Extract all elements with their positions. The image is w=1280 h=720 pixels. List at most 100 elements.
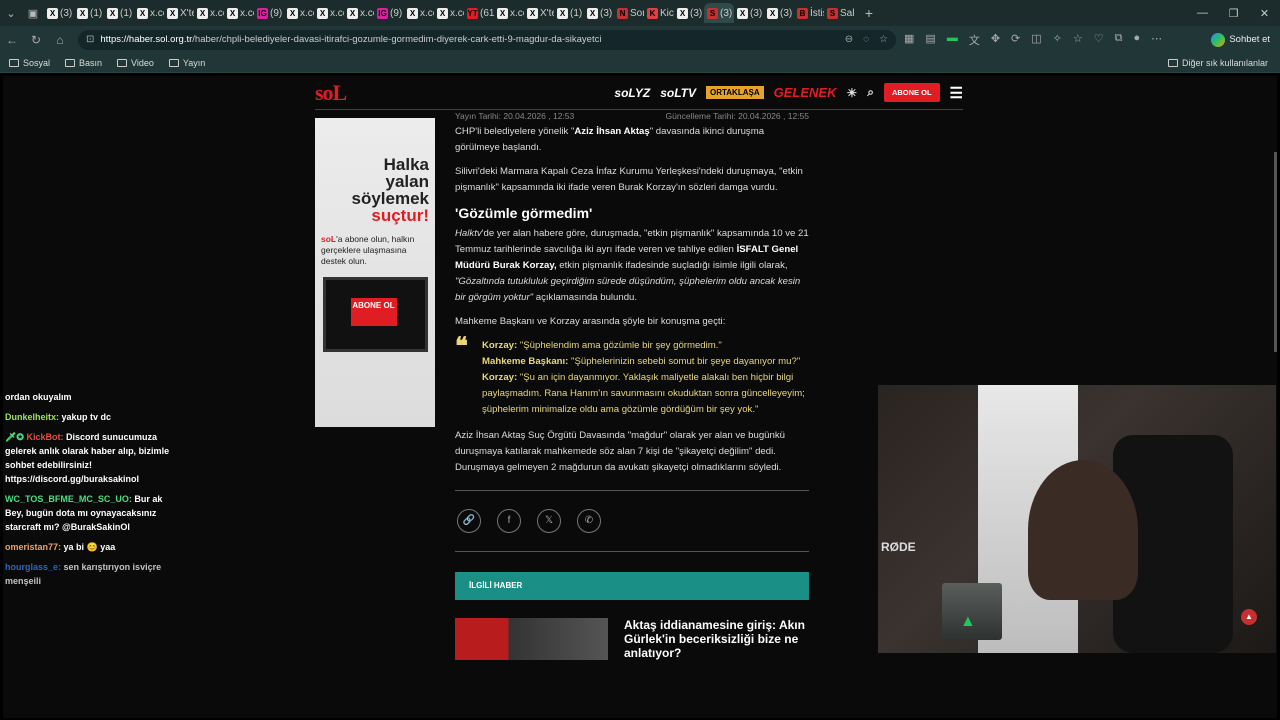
ad-subscribe-button[interactable]: ABONE OL (350, 298, 397, 326)
bookmark-folder-yayin[interactable]: Yayın (168, 58, 205, 68)
tab-label: (3) X (780, 7, 794, 19)
extension-icon[interactable]: ▦ (904, 32, 914, 48)
browser-tab[interactable]: Bİstis (794, 3, 824, 23)
browser-tab[interactable]: Xx.com (494, 3, 524, 23)
split-screen-icon[interactable]: ◫ (1031, 32, 1041, 48)
chat-username: hourglass_e: (5, 562, 62, 572)
refresh-extension-icon[interactable]: ⟳ (1011, 32, 1020, 48)
more-icon[interactable]: ⋯ (1151, 32, 1162, 48)
subscribe-ad-banner[interactable]: Halka yalan söylemek suçtur! soL'a abone… (315, 118, 435, 427)
browser-tab[interactable]: IG(9) In (374, 3, 404, 23)
tab-label: (3) X (600, 7, 614, 19)
browser-tab[interactable]: X(3) X (734, 3, 764, 23)
browser-essentials-icon[interactable]: ♡ (1094, 32, 1104, 48)
related-news-item[interactable]: Aktaş iddianamesine giriş: Akın Gürlek'i… (455, 618, 809, 660)
url-text[interactable]: https://haber.sol.org.tr/haber/chpli-bel… (100, 34, 601, 45)
translate-icon[interactable]: 文 (969, 32, 980, 48)
reader-icon[interactable]: ◌ (863, 34, 869, 45)
other-favorites-folder[interactable]: Diğer sık kullanılanlar (1167, 57, 1268, 68)
bookmark-folder-video[interactable]: Video (117, 58, 154, 68)
minimize-icon[interactable]: — (1187, 7, 1218, 20)
page-scrollbar[interactable] (1274, 152, 1277, 352)
maximize-icon[interactable]: ❐ (1218, 7, 1249, 20)
bookmark-folder-basin[interactable]: Basın (65, 58, 102, 68)
x-twitter-icon[interactable]: 𝕏 (537, 509, 561, 533)
scroll-to-top-button[interactable]: ▲ (1241, 609, 1257, 625)
source-link[interactable]: Halktv (455, 228, 482, 239)
close-icon[interactable]: ✕ (1249, 7, 1280, 20)
browser-tab[interactable]: X(3) X (764, 3, 794, 23)
related-news-thumbnail[interactable] (455, 618, 608, 660)
nav-gelenek[interactable]: GELENEK (774, 85, 837, 100)
subscribe-button[interactable]: ABONE OL (883, 83, 940, 102)
theme-toggle-icon[interactable]: ☀ (846, 86, 857, 100)
profile-avatar-icon[interactable]: ● (1133, 32, 1140, 48)
extension-icon[interactable]: ✥ (991, 32, 1000, 48)
browser-tab[interactable]: Xx.com (134, 3, 164, 23)
zoom-icon[interactable]: ⊖ (845, 34, 853, 45)
new-tab-icon[interactable]: + (858, 2, 880, 24)
browser-tab[interactable]: X(1) X (104, 3, 134, 23)
browser-tab[interactable]: Xx.com (314, 3, 344, 23)
tab-label: (1) S (90, 7, 104, 19)
extension-icon[interactable]: ▤ (925, 32, 935, 48)
browser-tab[interactable]: XX'te (164, 3, 194, 23)
folder-icon (1167, 58, 1178, 67)
chat-username: Dunkelheitx: (5, 412, 60, 422)
site-info-icon[interactable]: ⊡ (86, 34, 94, 45)
browser-tab[interactable]: Xx.com (284, 3, 314, 23)
home-icon[interactable]: ⌂ (48, 33, 72, 47)
back-icon[interactable]: ← (0, 33, 24, 47)
browser-tab[interactable]: X(3) X (674, 3, 704, 23)
browser-tab[interactable]: KKick (644, 3, 674, 23)
collections-icon[interactable]: ⧉ (1115, 32, 1123, 48)
extension-icon[interactable]: ▬ (947, 32, 958, 48)
favorite-star-icon[interactable]: ☆ (879, 34, 888, 45)
tab-actions-icon[interactable]: ⌄ (0, 2, 22, 24)
browser-tab[interactable]: S (3) (704, 3, 734, 23)
browser-tab[interactable]: X(3) B (44, 3, 74, 23)
blockquote: ❝ Korzay: "Şüphelendim ama gözümle bir ş… (455, 335, 809, 418)
bookmark-label: Diğer sık kullanılanlar (1181, 57, 1268, 68)
quote-body: Korzay: "Şüphelendim ama gözümle bir şey… (482, 338, 809, 418)
menu-icon[interactable]: ☰ (950, 84, 963, 102)
search-icon[interactable]: ⌕ (867, 85, 874, 100)
browser-tab[interactable]: IG(9) In (254, 3, 284, 23)
browser-tab[interactable]: SSaldı (824, 3, 854, 23)
facebook-icon[interactable]: f (497, 509, 521, 533)
whatsapp-icon[interactable]: ✆ (577, 509, 601, 533)
browser-tab[interactable]: NSon (614, 3, 644, 23)
nav-ortaklasa[interactable]: ORTAKLAŞA (705, 86, 764, 99)
url-field[interactable]: ⊡ https://haber.sol.org.tr/haber/chpli-b… (78, 29, 896, 50)
browser-tab[interactable]: YT(616 (464, 3, 494, 23)
extensions-icon[interactable]: ✧ (1053, 32, 1062, 48)
folder-icon (117, 58, 128, 67)
browser-tab[interactable]: X(3) X (584, 3, 614, 23)
tab-label: (3) X (750, 7, 764, 19)
tab-favicon-icon: X (347, 7, 358, 19)
desk-cup-overlay: ▲ (942, 583, 1002, 640)
tab-label: (3) X (690, 7, 704, 19)
refresh-icon[interactable]: ↻ (24, 33, 48, 47)
browser-tab[interactable]: Xx.com (224, 3, 254, 23)
tab-label: x.com (420, 7, 434, 19)
browser-tab[interactable]: X(1) S (74, 3, 104, 23)
favorites-icon[interactable]: ☆ (1073, 32, 1083, 48)
browser-tab[interactable]: X(1) X (554, 3, 584, 23)
site-logo[interactable]: soL (315, 80, 347, 106)
workspaces-icon[interactable]: ▣ (22, 2, 44, 24)
paragraph: Silivri'deki Marmara Kapalı Ceza İnfaz K… (455, 166, 803, 193)
browser-tab[interactable]: Xx.com (344, 3, 374, 23)
browser-tab[interactable]: Xx.com (194, 3, 224, 23)
browser-tab[interactable]: XX'te (524, 3, 554, 23)
text: açıklamasında bulundu. (533, 292, 638, 303)
browser-tab[interactable]: Xx.com (404, 3, 434, 23)
copilot-button[interactable]: Sohbet et (1211, 32, 1270, 47)
tab-label: (9) In (390, 7, 404, 19)
nav-solyz[interactable]: soLYZ (614, 86, 650, 100)
copy-link-icon[interactable]: 🔗 (457, 509, 481, 533)
browser-tab[interactable]: Xx.com (434, 3, 464, 23)
nav-soltv[interactable]: soLTV (660, 86, 696, 100)
related-news-title[interactable]: Aktaş iddianamesine giriş: Akın Gürlek'i… (624, 618, 809, 660)
bookmark-folder-sosyal[interactable]: Sosyal (9, 58, 50, 68)
